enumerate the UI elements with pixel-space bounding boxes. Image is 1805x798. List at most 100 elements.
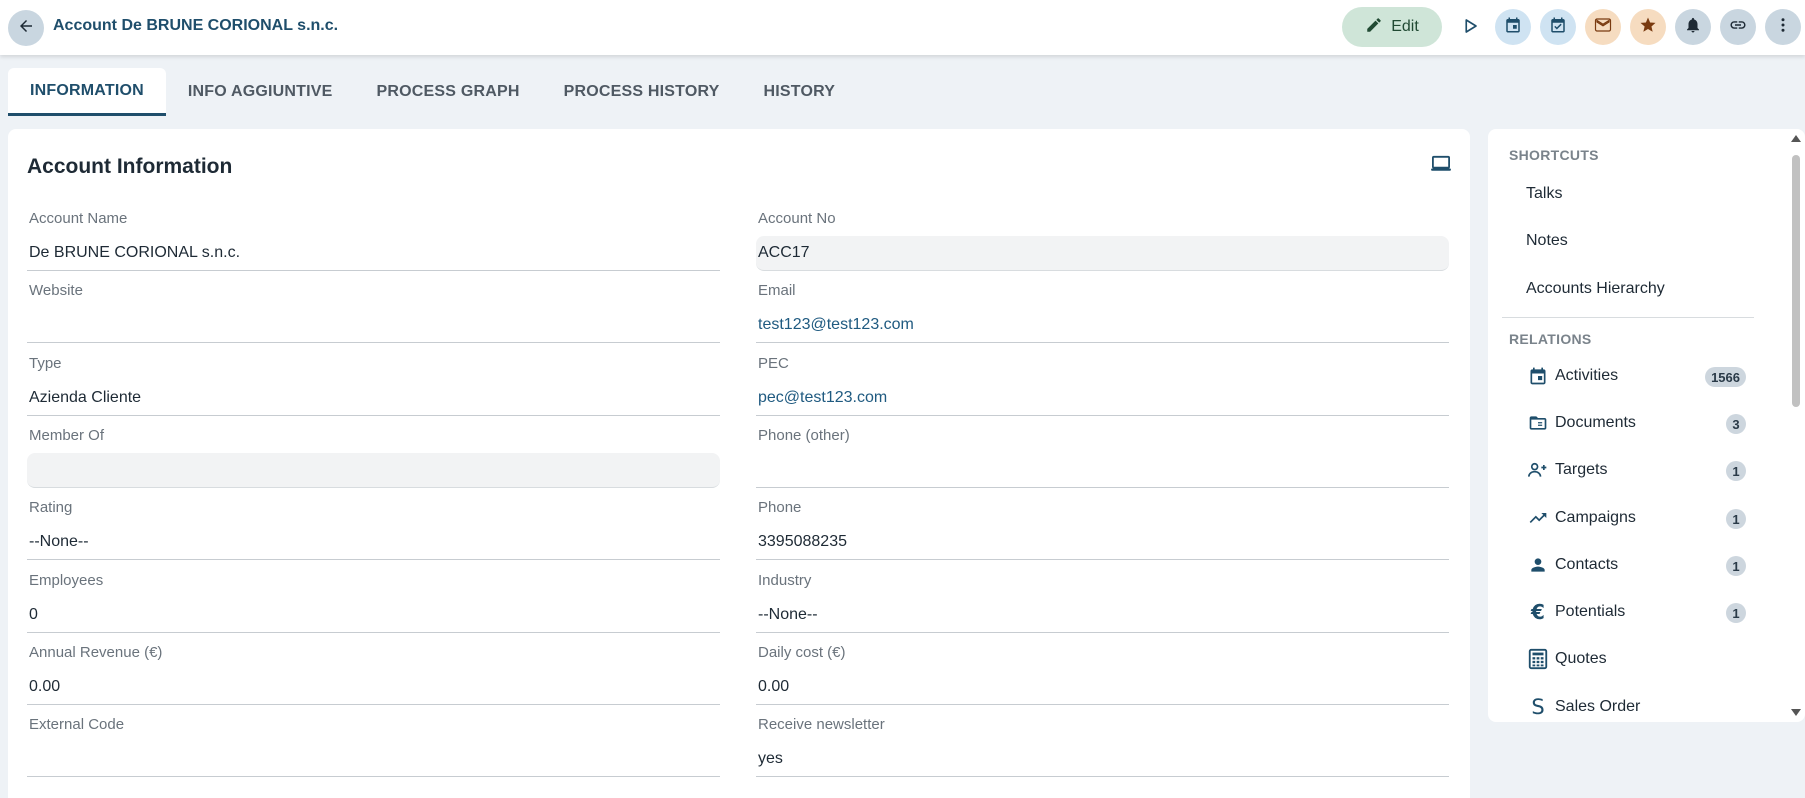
back-button[interactable] — [8, 10, 44, 46]
account-no-input: ACC17 — [756, 236, 1449, 271]
tab-process-history[interactable]: PROCESS HISTORY — [542, 68, 742, 116]
field-industry: Industry --None-- — [756, 572, 1449, 644]
field-annual-revenue: Annual Revenue (€) 0.00 — [27, 644, 720, 716]
shortcut-talks[interactable]: Talks — [1526, 185, 1562, 203]
field-account-no: Account No ACC17 — [756, 210, 1449, 282]
person-icon — [1526, 553, 1550, 577]
field-label: Employees — [29, 572, 104, 589]
phone-input[interactable]: 3395088235 — [756, 523, 1449, 560]
relation-sales-order[interactable]: S Sales Order — [1526, 693, 1746, 721]
calendar-icon — [1504, 16, 1522, 39]
field-label: Member Of — [29, 427, 105, 444]
relation-activities[interactable]: Activities 1566 — [1526, 362, 1746, 390]
account-name-input[interactable]: De BRUNE CORIONAL s.n.c. — [27, 234, 720, 271]
field-label: Account No — [758, 210, 836, 227]
type-select[interactable]: Azienda Cliente — [27, 379, 720, 416]
scroll-down-arrow[interactable] — [1791, 709, 1801, 716]
field-type: Type Azienda Cliente — [27, 355, 720, 427]
group-add-icon — [1526, 458, 1550, 482]
play-icon — [1461, 17, 1479, 40]
pencil-icon — [1365, 16, 1383, 39]
relation-potentials[interactable]: € Potentials 1 — [1526, 598, 1746, 626]
website-input[interactable] — [27, 306, 720, 343]
relation-contacts[interactable]: Contacts 1 — [1526, 551, 1746, 579]
industry-select[interactable]: --None-- — [756, 596, 1449, 633]
page-title: Account De BRUNE CORIONAL s.n.c. — [53, 17, 339, 34]
calculator-icon — [1526, 647, 1550, 671]
bell-icon — [1684, 16, 1702, 39]
pec-link[interactable]: pec@test123.com — [756, 379, 1449, 416]
arrow-back-icon — [17, 17, 35, 40]
sales-order-icon: S — [1531, 695, 1545, 719]
side-panel-scrollbar[interactable] — [1789, 131, 1803, 720]
relation-targets[interactable]: Targets 1 — [1526, 456, 1746, 484]
phone-other-input[interactable] — [756, 451, 1449, 488]
shortcut-notes[interactable]: Notes — [1526, 232, 1568, 250]
count-badge: 3 — [1726, 414, 1746, 434]
field-label: External Code — [29, 716, 125, 733]
laptop-icon — [1430, 155, 1452, 177]
receive-newsletter-select[interactable]: yes — [756, 740, 1449, 777]
section-title: Account Information — [27, 155, 233, 178]
field-label: Email — [758, 282, 796, 299]
count-badge: 1 — [1726, 509, 1746, 529]
task-button[interactable] — [1540, 9, 1576, 45]
relation-quotes[interactable]: Quotes — [1526, 645, 1746, 673]
trending-up-icon — [1526, 506, 1550, 530]
tab-information[interactable]: INFORMATION — [8, 68, 166, 116]
relation-label: Activities — [1555, 367, 1619, 384]
count-badge: 1566 — [1705, 367, 1746, 387]
rating-select[interactable]: --None-- — [27, 523, 720, 560]
field-label: Annual Revenue (€) — [29, 644, 163, 661]
shortcut-accounts-hierarchy[interactable]: Accounts Hierarchy — [1526, 280, 1665, 298]
favorite-button[interactable] — [1630, 9, 1666, 45]
relation-label: Sales Order — [1555, 698, 1641, 715]
count-badge: 1 — [1726, 603, 1746, 623]
tab-info-aggiuntive[interactable]: INFO AGGIUNTIVE — [166, 68, 355, 116]
relation-campaigns[interactable]: Campaigns 1 — [1526, 504, 1746, 532]
euro-icon: € — [1531, 600, 1545, 624]
field-phone: Phone 3395088235 — [756, 499, 1449, 571]
tab-process-graph[interactable]: PROCESS GRAPH — [355, 68, 542, 116]
edit-button[interactable]: Edit — [1342, 7, 1442, 47]
star-icon — [1639, 16, 1657, 39]
field-label: Account Name — [29, 210, 128, 227]
relation-label: Documents — [1555, 414, 1636, 431]
member-of-input[interactable] — [27, 453, 720, 488]
header-bar: Account De BRUNE CORIONAL s.n.c. Edit — [0, 0, 1805, 55]
relation-documents[interactable]: Documents 3 — [1526, 409, 1746, 437]
employees-input[interactable]: 0 — [27, 596, 720, 633]
email-button[interactable] — [1585, 9, 1621, 45]
field-label: Rating — [29, 499, 73, 516]
link-icon — [1729, 16, 1747, 39]
layout-toggle-button[interactable] — [1430, 155, 1452, 178]
more-options-button[interactable] — [1765, 9, 1801, 45]
edit-button-label: Edit — [1391, 18, 1419, 35]
count-badge: 1 — [1726, 556, 1746, 576]
scroll-thumb[interactable] — [1792, 155, 1800, 407]
more-vert-icon — [1774, 16, 1792, 39]
email-link[interactable]: test123@test123.com — [756, 306, 1449, 343]
calendar-button[interactable] — [1495, 9, 1531, 45]
field-label: Type — [29, 355, 62, 372]
field-phone-other: Phone (other) — [756, 427, 1449, 499]
scroll-up-arrow[interactable] — [1791, 135, 1801, 142]
field-external-code: External Code — [27, 716, 720, 788]
external-code-input[interactable] — [27, 740, 720, 777]
folder-icon — [1526, 411, 1550, 435]
daily-cost-input[interactable]: 0.00 — [756, 668, 1449, 705]
tab-history[interactable]: HISTORY — [742, 68, 858, 116]
account-information-card: Account Information Account Name De BRUN… — [8, 129, 1470, 798]
relation-label: Quotes — [1555, 650, 1607, 667]
relation-label: Targets — [1555, 461, 1608, 478]
relation-label: Potentials — [1555, 603, 1626, 620]
notifications-button[interactable] — [1675, 9, 1711, 45]
annual-revenue-input[interactable]: 0.00 — [27, 668, 720, 705]
side-panel: SHORTCUTS Talks Notes Accounts Hierarchy… — [1488, 129, 1805, 722]
field-receive-newsletter: Receive newsletter yes — [756, 716, 1449, 788]
run-process-button[interactable] — [1452, 10, 1488, 46]
relations-title: RELATIONS — [1509, 331, 1592, 347]
link-button[interactable] — [1720, 9, 1756, 45]
field-daily-cost: Daily cost (€) 0.00 — [756, 644, 1449, 716]
field-rating: Rating --None-- — [27, 499, 720, 571]
